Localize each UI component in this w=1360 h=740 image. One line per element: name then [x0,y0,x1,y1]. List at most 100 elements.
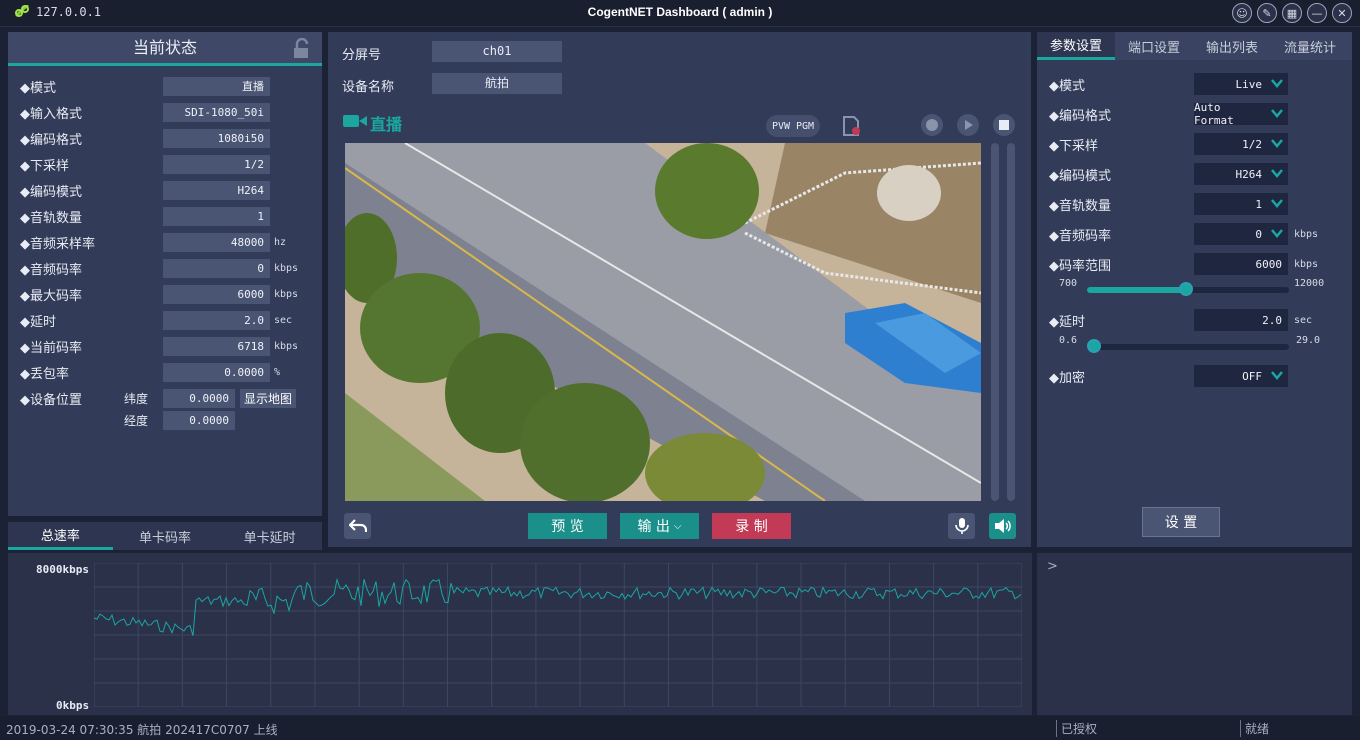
longitude-label: 经度 [124,413,149,428]
record-button[interactable]: 录 制 [712,513,791,539]
grid-icon[interactable]: ▦ [1282,3,1302,23]
setting-select[interactable]: 1/2 [1194,133,1288,155]
setting-value: H264 [1235,167,1263,181]
tab-params[interactable]: 参数设置 [1037,32,1115,60]
status-row-label: ◆最大码率 [20,288,82,304]
screen-number-label: 分屏号 [342,48,382,63]
log-panel: > [1037,553,1352,715]
encrypt-select[interactable]: OFF [1194,365,1288,387]
screen-number-value: ch01 [432,41,562,62]
setting-select[interactable]: 1 [1194,193,1288,215]
encrypt-label: ◆加密 [1049,370,1085,386]
setting-row: ◆模式 Live [1037,73,1352,95]
snapshot-icon[interactable] [840,113,864,137]
status-message: 2019-03-24 07:30:35 航拍 202417C0707 上线 [6,723,278,737]
bitrate-chart [94,563,1022,707]
settings-icon[interactable]: ✎ [1257,3,1277,23]
minimize-icon[interactable]: — [1307,3,1327,23]
status-row-value: 0 [163,258,270,278]
status-bar: 2019-03-24 07:30:35 航拍 202417C0707 上线 已授… [0,716,1360,740]
chart-tab-card-bitrate[interactable]: 单卡码率 [113,522,218,550]
tab-outputs[interactable]: 输出列表 [1193,32,1271,60]
status-row-label: ◆编码模式 [20,184,82,200]
bitrate-slider-handle[interactable] [1178,282,1193,296]
setting-row-label: ◆下采样 [1049,138,1098,154]
bitrate-range-unit: kbps [1294,258,1319,270]
status-row-value: 6718 [163,336,270,356]
status-row: ◆最大码率 6000 kbps [8,284,322,304]
setting-value: Live [1235,77,1263,91]
setting-row-unit: kbps [1294,228,1319,240]
setting-row: ◆音频码率 0 kbps [1037,223,1352,245]
setting-value: 1/2 [1242,137,1262,151]
volume-slider-left[interactable] [991,143,999,501]
setting-select[interactable]: 0 [1194,223,1288,245]
delay-slider-handle[interactable] [1087,339,1101,353]
output-button[interactable]: 输 出 ⌵ [620,513,699,539]
delay-slider[interactable] [1087,339,1289,353]
status-row-label: ◆音频码率 [20,262,82,278]
status-panel: 当前状态 ◆模式 直播 ◆输入格式 SDI-1080_50i ◆编码格式 108… [8,32,322,516]
apply-settings-button[interactable]: 设 置 [1142,507,1220,537]
pvw-pgm-toggle[interactable]: PVW PGM [766,115,820,137]
delay-value[interactable]: 2.0 [1194,309,1288,331]
y-axis-max-label: 8000kbps [36,563,89,576]
status-row-value: 1080i50 [163,128,270,148]
unlock-icon[interactable] [292,38,312,60]
video-preview[interactable] [345,143,981,501]
status-row-unit: sec [274,314,293,326]
location-label: ◆设备位置 [20,392,82,408]
chevron-down-icon [1271,139,1283,148]
chart-tab-total[interactable]: 总速率 [8,522,113,550]
status-row: ◆延时 2.0 sec [8,310,322,330]
tab-ports[interactable]: 端口设置 [1115,32,1193,60]
status-row: ◆输入格式 SDI-1080_50i [8,102,322,122]
delay-unit: sec [1294,314,1313,326]
volume-slider-right[interactable] [1007,143,1015,501]
close-icon[interactable]: ✕ [1332,3,1352,23]
record-dot-icon[interactable] [920,113,944,137]
status-row: ◆音轨数量 1 [8,206,322,226]
status-row-unit: % [274,366,281,378]
back-button[interactable] [344,513,371,539]
encrypt-value: OFF [1242,369,1262,383]
latitude-value: 0.0000 [163,388,235,408]
setting-select[interactable]: Live [1194,73,1288,95]
play-icon[interactable] [956,113,980,137]
setting-value: Auto Format [1194,101,1234,127]
status-row-value: H264 [163,180,270,200]
status-row: ◆下采样 1/2 [8,154,322,174]
status-row-label: ◆编码格式 [20,132,82,148]
status-row-value: 1 [163,206,270,226]
chart-tab-card-delay[interactable]: 单卡延时 [217,522,322,550]
status-row-value: 2.0 [163,310,270,330]
setting-row: ◆音轨数量 1 [1037,193,1352,215]
stop-icon[interactable] [992,113,1016,137]
device-name-value: 航拍 [432,73,562,94]
setting-select[interactable]: Auto Format [1194,101,1288,127]
show-map-button[interactable]: 显示地图 [240,389,296,408]
status-row-label: ◆模式 [20,80,56,96]
bitrate-range-value[interactable]: 6000 [1194,253,1288,275]
user-icon[interactable]: ☺ [1232,3,1252,23]
status-row-unit: kbps [274,340,299,352]
bitrate-min: 700 [1059,278,1078,289]
preview-button[interactable]: 预 览 [528,513,607,539]
tab-traffic[interactable]: 流量统计 [1271,32,1349,60]
setting-select[interactable]: H264 [1194,163,1288,185]
log-expand-icon[interactable]: > [1047,559,1058,574]
longitude-value: 0.0000 [163,410,235,430]
status-panel-title: 当前状态 [8,32,322,66]
delay-label: ◆延时 [1049,314,1085,330]
chevron-down-icon [1271,109,1283,118]
chevron-down-icon [1271,371,1283,380]
title-bar: 127.0.0.1 CogentNET Dashboard ( admin ) … [0,0,1360,27]
bitrate-max: 12000 [1294,278,1325,289]
setting-row-label: ◆模式 [1049,78,1085,94]
speaker-button[interactable] [989,513,1016,539]
device-name-label: 设备名称 [342,80,395,95]
authorization-status: 已授权 [1056,720,1097,737]
microphone-button[interactable] [948,513,975,539]
status-row-value: SDI-1080_50i [163,102,270,122]
bitrate-slider[interactable] [1087,282,1289,296]
